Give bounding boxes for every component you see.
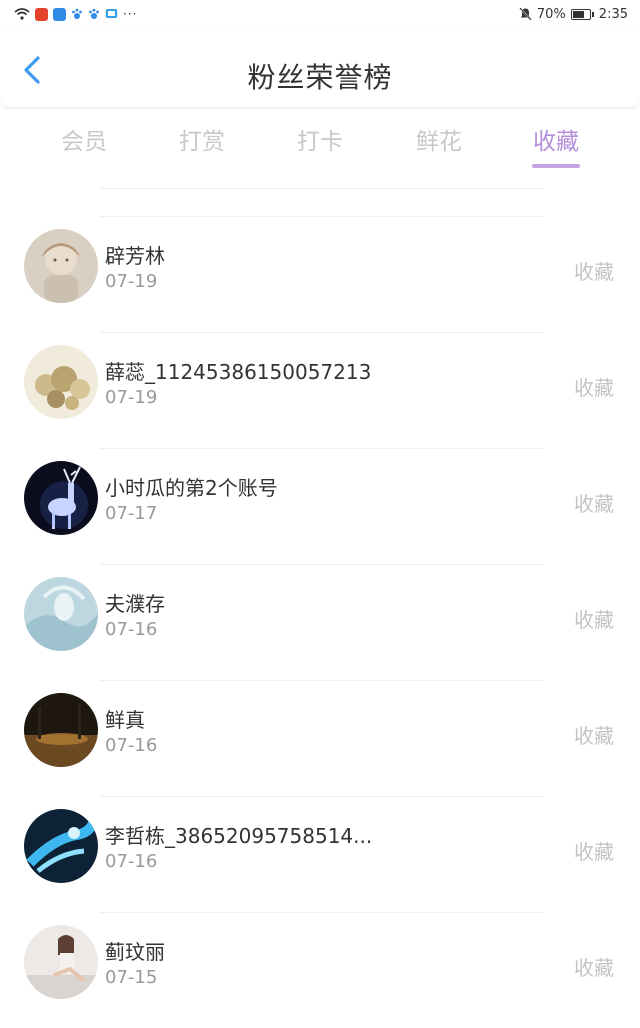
battery-percent: 70% [536, 6, 566, 22]
status-bar-left: ··· [14, 7, 137, 21]
fan-name: 薛蕊_11245386150057213 [105, 360, 372, 384]
tab-membership[interactable]: 会员 [44, 122, 124, 156]
divider [100, 912, 544, 913]
list-item[interactable]: 李哲栋_38652095758514... 07-16 收藏 [0, 796, 640, 912]
more-icon: ··· [123, 7, 138, 21]
header-bar: 粉丝荣誉榜 [0, 28, 640, 108]
page-title: 粉丝荣誉榜 [247, 61, 393, 94]
battery-icon [570, 8, 594, 20]
avatar[interactable] [24, 229, 98, 303]
fan-date: 07-19 [105, 271, 158, 292]
divider [100, 448, 544, 449]
action-label: 收藏 [574, 376, 614, 400]
paw-icon [89, 8, 99, 19]
avatar[interactable] [24, 577, 98, 651]
divider [100, 564, 544, 565]
list-item[interactable]: 夫濮存 07-16 收藏 [0, 564, 640, 680]
wifi-icon [14, 8, 30, 20]
fan-name: 辟芳林 [105, 244, 165, 268]
status-bar-right: 70% 2:35 [519, 7, 628, 22]
avatar[interactable] [24, 809, 98, 883]
fan-date: 07-19 [105, 387, 158, 408]
list-item[interactable]: 小时瓜的第2个账号 07-17 收藏 [0, 448, 640, 564]
fan-name: 鲜真 [105, 708, 145, 732]
clock: 2:35 [598, 6, 628, 22]
action-label: 收藏 [574, 724, 614, 748]
status-bar: ··· 70% 2:35 [0, 0, 640, 28]
divider [100, 680, 544, 681]
cloud-icon [53, 7, 66, 21]
fan-date: 07-17 [105, 503, 158, 524]
tab-checkin[interactable]: 打卡 [280, 122, 360, 156]
action-label: 收藏 [574, 840, 614, 864]
fan-date: 07-16 [105, 851, 158, 872]
divider [100, 796, 544, 797]
tab-favorites[interactable]: 收藏 [516, 122, 596, 156]
list-item[interactable]: 蓟玟丽 07-15 收藏 [0, 912, 640, 1028]
app-icon-red [35, 7, 48, 21]
divider [100, 188, 544, 189]
tab-flowers[interactable]: 鲜花 [399, 122, 479, 156]
fan-date: 07-16 [105, 735, 158, 756]
avatar[interactable] [24, 925, 98, 999]
avatar[interactable] [24, 461, 98, 535]
fan-name: 蓟玟丽 [105, 940, 165, 964]
fan-name: 夫濮存 [105, 592, 165, 616]
list-item[interactable]: 辟芳林 07-19 收藏 [0, 216, 640, 332]
action-label: 收藏 [574, 260, 614, 284]
divider [100, 332, 544, 333]
avatar[interactable] [24, 693, 98, 767]
fan-date: 07-16 [105, 619, 158, 640]
list-item[interactable]: 鲜真 07-16 收藏 [0, 680, 640, 796]
fan-name: 李哲栋_38652095758514... [105, 824, 373, 848]
paw-icon [72, 8, 82, 19]
fan-name: 小时瓜的第2个账号 [105, 476, 278, 500]
fan-date: 07-15 [105, 967, 158, 988]
tv-icon [105, 9, 118, 18]
avatar[interactable] [24, 345, 98, 419]
list-item[interactable]: 薛蕊_11245386150057213 07-19 收藏 [0, 332, 640, 448]
action-label: 收藏 [574, 608, 614, 632]
action-label: 收藏 [574, 956, 614, 980]
action-label: 收藏 [574, 492, 614, 516]
active-tab-indicator [532, 164, 580, 168]
tab-reward[interactable]: 打赏 [162, 122, 242, 156]
mute-icon [519, 7, 532, 21]
divider [100, 216, 544, 217]
tab-bar: 会员 打赏 打卡 鲜花 收藏 [0, 118, 640, 174]
